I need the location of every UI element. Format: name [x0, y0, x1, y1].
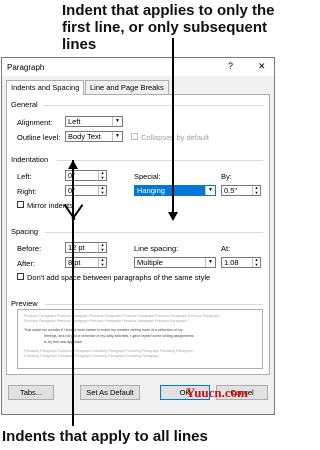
preview-prev-line: Previous Paragraph Previous Paragraph Pr…: [24, 319, 187, 323]
paragraph-dialog: Paragraph ? ✕ Indents and Spacing Line a…: [1, 57, 275, 415]
dont-add-space-checkbox[interactable]: [17, 273, 24, 280]
divider: [43, 105, 263, 106]
callout-arrow-bottom: [72, 218, 74, 426]
chevron-down-icon: ▼: [205, 186, 215, 195]
after-label: After:: [17, 259, 35, 268]
chevron-down-icon: ▼: [112, 132, 122, 141]
divider: [57, 160, 263, 161]
tab-strip: Indents and Spacing Line and Page Breaks: [6, 80, 270, 95]
at-input[interactable]: 1.08 ▲ ▼: [221, 257, 261, 268]
callout-first-line-indent: Indent that applies to only the first li…: [62, 2, 275, 53]
divider: [45, 232, 263, 233]
tab-line-and-page-breaks[interactable]: Line and Page Breaks: [85, 80, 169, 94]
preview-heading: Preview: [11, 299, 38, 308]
tabs-button[interactable]: Tabs...: [8, 385, 54, 400]
line-spacing-label: Line spacing:: [134, 244, 179, 253]
indentation-heading: Indentation: [11, 155, 49, 164]
dialog-title: Paragraph: [7, 63, 45, 72]
spin-arrows-icon[interactable]: ▲ ▼: [98, 243, 106, 252]
set-as-default-button[interactable]: Set As Default: [80, 385, 140, 400]
chevron-down-icon: ▼: [112, 117, 122, 126]
spin-arrows-icon[interactable]: ▲ ▼: [252, 258, 260, 267]
title-bar: Paragraph ? ✕: [2, 58, 274, 76]
at-label: At:: [221, 244, 231, 253]
preview-sample-line: feelings, and not just a chronicle of my…: [44, 334, 194, 338]
preview-sample-line: That made me wonder if I should work har…: [24, 328, 183, 332]
callout-arrow-top: [172, 38, 174, 212]
close-button[interactable]: ✕: [258, 62, 266, 71]
by-input[interactable]: 0.5" ▲ ▼: [221, 185, 261, 196]
special-label: Special:: [134, 172, 161, 181]
general-heading: General: [11, 100, 38, 109]
spacing-heading: Spacing: [11, 227, 39, 236]
right-indent-label: Right:: [17, 187, 37, 196]
spin-arrows-icon[interactable]: ▲ ▼: [252, 186, 260, 195]
collapsed-checkbox[interactable]: [131, 133, 138, 140]
collapsed-label: Collapsed by default: [141, 133, 209, 142]
by-label: By:: [221, 172, 232, 181]
tab-indents-and-spacing[interactable]: Indents and Spacing: [6, 80, 85, 95]
tab-panel: General Alignment: Left ▼ Outline level:…: [6, 94, 270, 375]
left-indent-label: Left:: [17, 172, 32, 181]
dont-add-space-label: Don't add space between paragraphs of th…: [27, 273, 211, 282]
preview-next-line: Following Paragraph Following Paragraph …: [24, 349, 193, 353]
arrow-head-icon: [68, 160, 78, 169]
mirror-indents-checkbox[interactable]: [17, 201, 24, 208]
spin-arrows-icon[interactable]: ▲ ▼: [98, 171, 106, 180]
watermark: Yuucn.com: [186, 385, 249, 400]
preview-next-line: Following Paragraph Following Paragraph …: [24, 354, 159, 358]
alignment-select[interactable]: Left ▼: [65, 116, 123, 127]
alignment-label: Alignment:: [17, 118, 53, 127]
special-select[interactable]: Hanging ▼: [134, 185, 216, 196]
outline-level-select[interactable]: Body Text ▼: [65, 131, 123, 142]
help-button[interactable]: ?: [228, 62, 233, 71]
spin-arrows-icon[interactable]: ▲ ▼: [98, 258, 106, 267]
line-spacing-select[interactable]: Multiple ▼: [134, 257, 216, 268]
spin-arrows-icon[interactable]: ▲ ▼: [98, 186, 106, 195]
chevron-down-icon: ▼: [205, 258, 215, 267]
preview-box: Previous Paragraph Previous Paragraph Pr…: [17, 309, 263, 369]
preview-prev-line: Previous Paragraph Previous Paragraph Pr…: [24, 314, 220, 318]
preview-sample-line: to try this new approach.: [44, 340, 84, 344]
before-label: Before:: [17, 244, 42, 253]
callout-all-lines-indent: Indents that apply to all lines: [2, 428, 208, 445]
divider: [45, 304, 263, 305]
arrow-head-icon: [168, 212, 178, 221]
outline-level-label: Outline level:: [17, 133, 61, 142]
